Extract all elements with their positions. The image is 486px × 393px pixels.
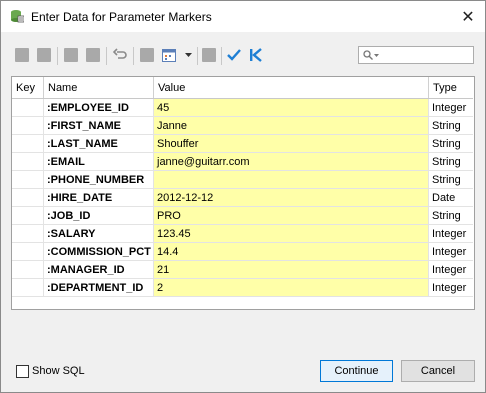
name-cell: :EMPLOYEE_ID <box>43 98 154 117</box>
paste-icon[interactable] <box>86 48 100 62</box>
type-cell: Integer <box>428 260 473 279</box>
show-sql-checkbox[interactable] <box>16 365 29 378</box>
table-row: :DEPARTMENT_ID 2 Integer <box>12 278 473 297</box>
key-cell[interactable] <box>12 170 44 189</box>
table-row: :HIRE_DATE 2012-12-12 Date <box>12 188 473 207</box>
type-cell: Integer <box>428 224 473 243</box>
key-cell[interactable] <box>12 278 44 297</box>
name-cell: :MANAGER_ID <box>43 260 154 279</box>
type-cell: String <box>428 152 473 171</box>
table-row: :EMPLOYEE_ID 45 Integer <box>12 98 473 117</box>
toolbar-separator <box>57 47 58 65</box>
toolbar-separator <box>106 47 107 65</box>
chevron-down-icon[interactable] <box>185 53 192 58</box>
table-icon[interactable] <box>202 48 216 62</box>
parameter-table: Key Name Value Type :EMPLOYEE_ID 45 Inte… <box>12 77 473 297</box>
open-folder-icon[interactable] <box>15 48 29 62</box>
column-header-key[interactable]: Key <box>12 77 44 99</box>
cancel-button[interactable]: Cancel <box>401 360 475 382</box>
toolbar-separator <box>221 47 222 65</box>
name-cell: :JOB_ID <box>43 206 154 225</box>
value-cell[interactable]: janne@guitarr.com <box>153 152 429 171</box>
value-cell[interactable]: PRO <box>153 206 429 225</box>
show-sql-label[interactable]: Show SQL <box>32 365 85 377</box>
check-icon[interactable] <box>227 48 241 62</box>
type-cell: Integer <box>428 278 473 297</box>
title-bar: Enter Data for Parameter Markers ✕ <box>1 1 485 32</box>
table-row: :LAST_NAME Shouffer String <box>12 134 473 153</box>
skip-icon[interactable] <box>249 48 263 62</box>
key-cell[interactable] <box>12 206 44 225</box>
key-cell[interactable] <box>12 188 44 207</box>
name-cell: :LAST_NAME <box>43 134 154 153</box>
name-cell: :DEPARTMENT_ID <box>43 278 154 297</box>
table-body: :EMPLOYEE_ID 45 Integer :FIRST_NAME Jann… <box>12 98 473 297</box>
key-cell[interactable] <box>12 116 44 135</box>
grid-icon[interactable] <box>140 48 154 62</box>
key-cell[interactable] <box>12 152 44 171</box>
value-cell[interactable] <box>153 170 429 189</box>
table-row: :SALARY 123.45 Integer <box>12 224 473 243</box>
name-cell: :SALARY <box>43 224 154 243</box>
value-cell[interactable]: Janne <box>153 116 429 135</box>
key-cell[interactable] <box>12 224 44 243</box>
type-cell: Integer <box>428 242 473 261</box>
type-cell: String <box>428 170 473 189</box>
table-row: :EMAIL janne@guitarr.com String <box>12 152 473 171</box>
name-cell: :PHONE_NUMBER <box>43 170 154 189</box>
table-row: :FIRST_NAME Janne String <box>12 116 473 135</box>
type-cell: Date <box>428 188 473 207</box>
toolbar <box>1 42 485 70</box>
name-cell: :COMMISSION_PCT <box>43 242 154 261</box>
close-icon: ✕ <box>461 8 475 26</box>
chevron-down-icon <box>374 54 379 57</box>
type-cell: String <box>428 206 473 225</box>
name-cell: :EMAIL <box>43 152 154 171</box>
parameter-grid: Key Name Value Type :EMPLOYEE_ID 45 Inte… <box>11 76 475 310</box>
column-header-type[interactable]: Type <box>428 77 473 99</box>
column-header-name[interactable]: Name <box>43 77 154 99</box>
value-cell[interactable]: 123.45 <box>153 224 429 243</box>
calendar-icon[interactable] <box>162 48 176 62</box>
column-header-value[interactable]: Value <box>153 77 429 99</box>
save-icon[interactable] <box>37 48 51 62</box>
value-cell[interactable]: 21 <box>153 260 429 279</box>
type-cell: Integer <box>428 98 473 117</box>
table-row: :MANAGER_ID 21 Integer <box>12 260 473 279</box>
search-icon <box>363 50 373 60</box>
table-header-row: Key Name Value Type <box>12 77 473 99</box>
window-title: Enter Data for Parameter Markers <box>31 10 212 24</box>
key-cell[interactable] <box>12 98 44 117</box>
table-row: :JOB_ID PRO String <box>12 206 473 225</box>
undo-icon[interactable] <box>113 48 127 62</box>
value-cell[interactable]: 14.4 <box>153 242 429 261</box>
key-cell[interactable] <box>12 260 44 279</box>
type-cell: String <box>428 134 473 153</box>
value-cell[interactable]: 2012-12-12 <box>153 188 429 207</box>
table-row: :PHONE_NUMBER String <box>12 170 473 189</box>
toolbar-separator <box>197 47 198 65</box>
name-cell: :HIRE_DATE <box>43 188 154 207</box>
key-cell[interactable] <box>12 134 44 153</box>
name-cell: :FIRST_NAME <box>43 116 154 135</box>
close-button[interactable]: ✕ <box>451 1 485 32</box>
value-cell[interactable]: Shouffer <box>153 134 429 153</box>
dialog-window: Enter Data for Parameter Markers ✕ Key N… <box>0 0 486 393</box>
type-cell: String <box>428 116 473 135</box>
key-cell[interactable] <box>12 242 44 261</box>
table-row: :COMMISSION_PCT 14.4 Integer <box>12 242 473 261</box>
search-box[interactable] <box>358 46 474 64</box>
copy-icon[interactable] <box>64 48 78 62</box>
value-cell[interactable]: 2 <box>153 278 429 297</box>
database-icon <box>11 10 24 23</box>
value-cell[interactable]: 45 <box>153 98 429 117</box>
toolbar-separator <box>133 47 134 65</box>
search-input[interactable] <box>381 48 469 62</box>
continue-button[interactable]: Continue <box>320 360 393 382</box>
